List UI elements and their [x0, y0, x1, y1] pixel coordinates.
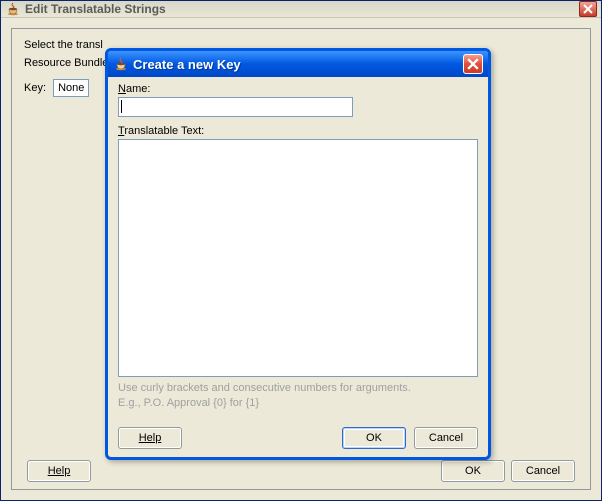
- translatable-text-label: Translatable Text:: [118, 125, 478, 137]
- modal-body: Name: Translatable Text: Use curly brack…: [108, 77, 488, 419]
- name-input[interactable]: [118, 97, 353, 117]
- close-icon: [583, 4, 593, 14]
- name-label: Name:: [118, 83, 478, 95]
- create-key-dialog: Create a new Key Name: Translatable Text…: [105, 48, 491, 460]
- translatable-text-input[interactable]: [118, 139, 478, 377]
- outer-help-button[interactable]: Help: [27, 460, 91, 482]
- modal-close-button[interactable]: [463, 54, 483, 74]
- modal-cancel-button[interactable]: Cancel: [414, 427, 478, 449]
- close-icon: [467, 58, 479, 70]
- key-label: Key:: [24, 82, 46, 94]
- modal-help-button[interactable]: Help: [118, 427, 182, 449]
- outer-ok-button[interactable]: OK: [441, 460, 505, 482]
- outer-cancel-button[interactable]: Cancel: [511, 460, 575, 482]
- name-input-wrap: [118, 97, 478, 117]
- text-caret: [121, 100, 122, 113]
- outer-body: Select the transl Resource Bundle Key: N…: [1, 18, 601, 500]
- key-select[interactable]: None: [53, 79, 89, 97]
- edit-translatable-strings-dialog: Edit Translatable Strings Select the tra…: [0, 0, 602, 501]
- modal-button-bar: Help OK Cancel: [108, 419, 488, 457]
- hint-text: Use curly brackets and consecutive numbe…: [118, 381, 478, 411]
- java-cup-icon: [113, 56, 129, 72]
- outer-title: Edit Translatable Strings: [25, 2, 579, 16]
- outer-button-bar: Help OK Cancel: [12, 460, 590, 482]
- java-cup-icon: [5, 1, 21, 17]
- modal-ok-button[interactable]: OK: [342, 427, 406, 449]
- outer-close-button[interactable]: [579, 1, 597, 17]
- outer-titlebar: Edit Translatable Strings: [1, 1, 601, 18]
- modal-title: Create a new Key: [133, 57, 463, 72]
- modal-titlebar: Create a new Key: [108, 51, 488, 77]
